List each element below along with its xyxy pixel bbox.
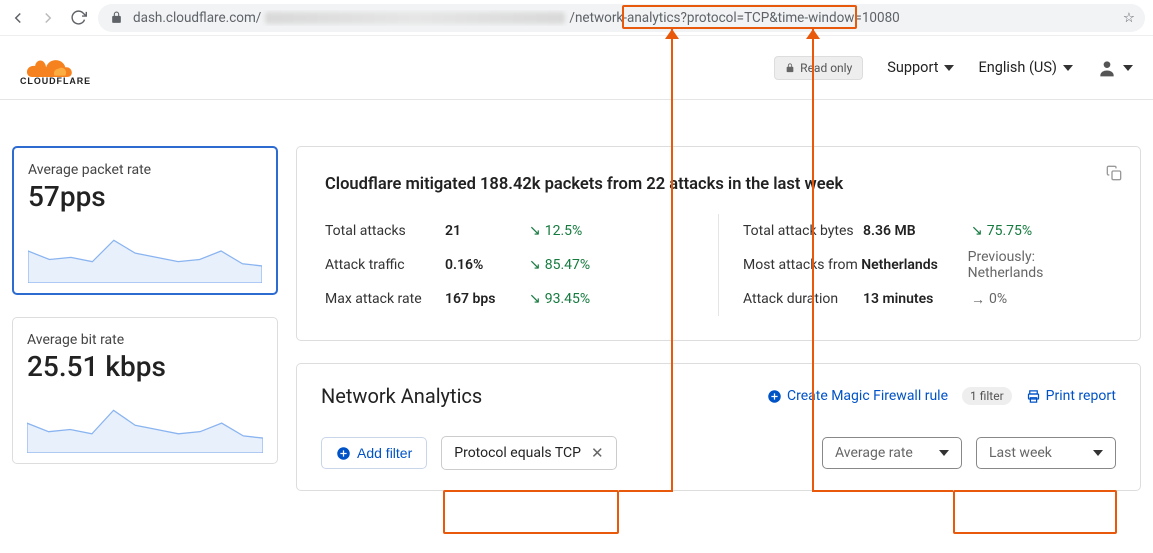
network-analytics-card: Network Analytics Create Magic Firewall … bbox=[296, 363, 1141, 491]
read-only-badge: Read only bbox=[774, 56, 863, 80]
summary-row: Total attack bytes8.36 MB↘ 75.75% bbox=[743, 214, 1112, 248]
card-avg-packet-rate[interactable]: Average packet rate 57pps bbox=[12, 146, 278, 295]
metric-delta: → 0% bbox=[971, 291, 1007, 308]
filter-chip-label: Protocol equals TCP bbox=[454, 445, 581, 461]
metric-label: Most attacks from bbox=[743, 257, 861, 273]
language-dropdown[interactable]: English (US) bbox=[978, 59, 1073, 76]
time-window-select[interactable]: Last week bbox=[976, 437, 1116, 469]
summary-card: Cloudflare mitigated 188.42k packets fro… bbox=[296, 146, 1141, 341]
card-label: Average packet rate bbox=[28, 162, 262, 178]
support-dropdown[interactable]: Support bbox=[887, 59, 954, 76]
add-filter-button[interactable]: Add filter bbox=[321, 437, 427, 469]
metric-delta: ↘85.47% bbox=[529, 257, 590, 273]
metric-label: Attack traffic bbox=[325, 257, 445, 273]
lock-icon bbox=[110, 11, 123, 24]
print-report-link[interactable]: Print report bbox=[1026, 388, 1116, 404]
metric-delta: ↘12.5% bbox=[529, 223, 582, 239]
annotation-filter-chip-box bbox=[443, 490, 619, 534]
card-avg-bit-rate[interactable]: Average bit rate 25.51 kbps bbox=[12, 317, 278, 464]
card-value: 25.51 kbps bbox=[27, 350, 263, 383]
filter-chip-protocol[interactable]: Protocol equals TCP ✕ bbox=[441, 436, 616, 470]
metric-label: Max attack rate bbox=[325, 291, 445, 307]
metric-value: 21 bbox=[445, 223, 529, 239]
main-content: Average packet rate 57pps Average bit ra… bbox=[0, 100, 1153, 491]
url-bar[interactable]: dash.cloudflare.com/ /network-analytics … bbox=[98, 4, 1145, 32]
browser-chrome: dash.cloudflare.com/ /network-analytics … bbox=[0, 0, 1153, 36]
plus-circle-icon bbox=[336, 446, 351, 461]
cloudflare-logo[interactable]: CLOUDFLARE bbox=[20, 48, 130, 88]
annotation-time-select-box bbox=[953, 490, 1117, 534]
rate-mode-select[interactable]: Average rate bbox=[822, 437, 962, 469]
right-column: Cloudflare mitigated 188.42k packets fro… bbox=[296, 146, 1141, 491]
summary-col-right: Total attack bytes8.36 MB↘ 75.75%Most at… bbox=[718, 214, 1112, 316]
account-menu[interactable] bbox=[1097, 58, 1133, 78]
remove-filter-icon[interactable]: ✕ bbox=[591, 444, 604, 462]
forward-icon[interactable] bbox=[38, 8, 58, 28]
url-query: ?protocol=TCP&time-window=10080 bbox=[681, 10, 900, 26]
url-text: dash.cloudflare.com/ /network-analytics … bbox=[133, 10, 900, 26]
metric-value: 8.36 MB bbox=[863, 223, 971, 239]
metric-delta: Previously: Netherlands bbox=[968, 249, 1112, 281]
metric-delta: ↘ 75.75% bbox=[971, 223, 1032, 239]
plus-circle-icon bbox=[767, 389, 782, 404]
svg-text:CLOUDFLARE: CLOUDFLARE bbox=[20, 75, 91, 85]
url-blurred-segment bbox=[265, 12, 565, 24]
metric-label: Total attacks bbox=[325, 223, 445, 239]
sparkline-bit-rate bbox=[27, 389, 263, 453]
lock-icon bbox=[785, 63, 795, 73]
caret-down-icon bbox=[1093, 450, 1103, 456]
star-icon[interactable]: ☆ bbox=[1123, 10, 1135, 26]
card-label: Average bit rate bbox=[27, 332, 263, 348]
summary-row: Attack traffic0.16%↘85.47% bbox=[325, 248, 694, 282]
copy-icon[interactable] bbox=[1106, 165, 1122, 185]
print-icon bbox=[1026, 389, 1041, 404]
na-title: Network Analytics bbox=[321, 384, 482, 408]
app-bar: CLOUDFLARE Read only Support English (US… bbox=[0, 36, 1153, 100]
summary-row: Most attacks fromNetherlands Previously:… bbox=[743, 248, 1112, 282]
left-column: Average packet rate 57pps Average bit ra… bbox=[12, 146, 278, 491]
back-icon[interactable] bbox=[8, 8, 28, 28]
caret-down-icon bbox=[1063, 65, 1073, 71]
summary-col-left: Total attacks21↘12.5%Attack traffic0.16%… bbox=[325, 214, 718, 316]
summary-row: Total attacks21↘12.5% bbox=[325, 214, 694, 248]
metric-value: Netherlands bbox=[861, 257, 967, 273]
metric-value: 0.16% bbox=[445, 257, 529, 273]
arrow-down-right-icon: ↘ bbox=[529, 291, 541, 307]
read-only-label: Read only bbox=[800, 61, 852, 75]
arrow-icon: → bbox=[971, 291, 985, 308]
metric-delta: ↘93.45% bbox=[529, 291, 590, 307]
summary-headline: Cloudflare mitigated 188.42k packets fro… bbox=[325, 175, 1112, 194]
user-icon bbox=[1097, 58, 1117, 78]
filter-count-pill: 1 filter bbox=[962, 387, 1012, 405]
arrow-down-right-icon: ↘ bbox=[529, 223, 541, 239]
url-path: /network-analytics bbox=[569, 10, 680, 26]
reload-icon[interactable] bbox=[68, 8, 88, 28]
arrow-down-right-icon: ↘ bbox=[529, 257, 541, 273]
caret-down-icon bbox=[1123, 65, 1133, 71]
caret-down-icon bbox=[939, 450, 949, 456]
sparkline-packet-rate bbox=[28, 219, 262, 283]
metric-value: 13 minutes bbox=[863, 291, 971, 307]
summary-row: Max attack rate167 bps↘93.45% bbox=[325, 282, 694, 316]
card-value: 57pps bbox=[28, 180, 262, 213]
url-host: dash.cloudflare.com/ bbox=[133, 10, 261, 26]
create-firewall-rule-link[interactable]: Create Magic Firewall rule bbox=[767, 388, 948, 404]
caret-down-icon bbox=[944, 65, 954, 71]
metric-value: 167 bps bbox=[445, 291, 529, 307]
metric-label: Attack duration bbox=[743, 291, 863, 307]
metric-label: Total attack bytes bbox=[743, 223, 863, 239]
summary-row: Attack duration13 minutes→ 0% bbox=[743, 282, 1112, 316]
arrow-icon: ↘ bbox=[971, 223, 983, 239]
